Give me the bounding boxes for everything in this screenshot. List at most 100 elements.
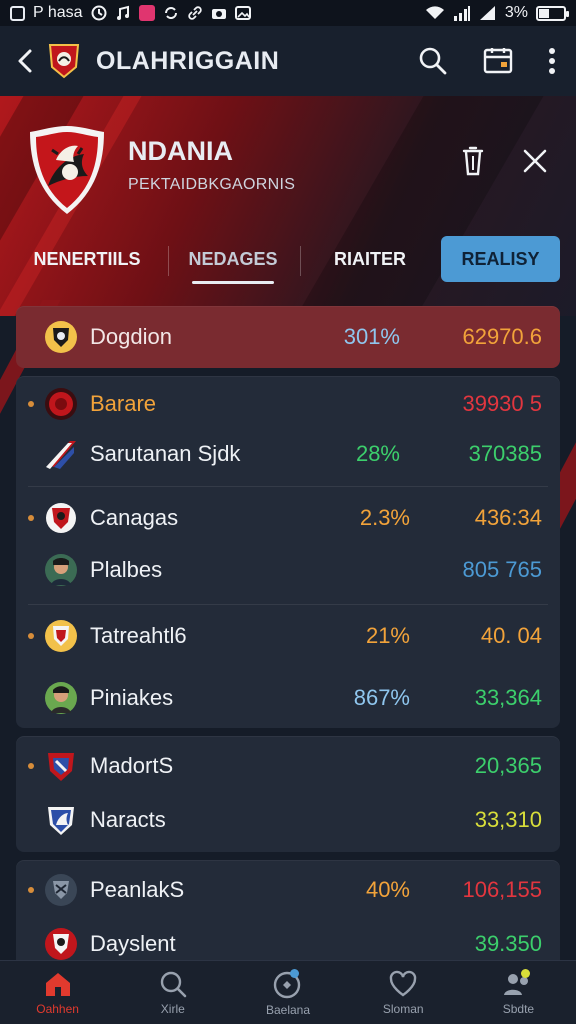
camera-notification-icon — [211, 9, 226, 19]
back-arrow-icon[interactable] — [14, 46, 38, 76]
compass-icon — [273, 971, 301, 998]
team-crest-logo — [30, 126, 104, 214]
heart-icon — [389, 970, 417, 996]
image-notification-icon — [234, 6, 251, 20]
list-item[interactable]: Canagas 2.3% 436:34 — [16, 500, 560, 536]
wifi-icon — [425, 6, 444, 19]
status-dot — [28, 763, 34, 769]
row-separator — [28, 486, 548, 487]
app-notification-icon — [138, 5, 155, 21]
item-percent: 21% — [365, 623, 410, 648]
delete-icon[interactable] — [462, 146, 484, 176]
tab-1-active[interactable]: NEDAGES — [180, 236, 286, 284]
battery-percent: 3% — [504, 4, 528, 21]
item-value: 106,155 — [462, 877, 542, 902]
status-dot — [28, 887, 34, 893]
club-badge-red-icon — [45, 928, 77, 960]
calendar-icon[interactable] — [482, 46, 514, 76]
item-value: 40. 04 — [480, 623, 542, 648]
top-app-bar: OLAHRIGGAIN — [0, 26, 576, 96]
list-item[interactable]: Dayslent 39.350 — [16, 926, 560, 962]
nav-label: Oahhen — [36, 1001, 79, 1016]
nav-label: Baelana — [265, 1002, 311, 1017]
status-dot — [28, 401, 34, 407]
item-value: 20,365 — [474, 753, 542, 778]
item-name: Naracts — [90, 807, 166, 832]
item-name: PeanlakS — [90, 877, 185, 902]
notification-dot — [520, 969, 530, 978]
nav-label: Sbdte — [502, 1001, 535, 1016]
nav-favorites[interactable]: Sloman — [346, 961, 461, 1024]
item-value: 33,364 — [474, 685, 542, 710]
more-options-icon[interactable] — [548, 47, 556, 75]
list-item[interactable]: Dogdion 301% 62970.6 — [16, 320, 560, 354]
music-notification-icon — [116, 5, 129, 20]
list-item[interactable]: Tatreahtl6 21% 40. 04 — [16, 618, 560, 654]
item-percent: 2.3% — [359, 505, 410, 530]
item-name: Tatreahtl6 — [90, 623, 187, 648]
nav-search[interactable]: Xirle — [115, 961, 230, 1024]
tab-2[interactable]: RIAITER — [314, 236, 426, 282]
list-item[interactable]: Plalbes 805 765 — [16, 552, 560, 588]
team-subtitle: PEKTAIDBKGAORNIS — [128, 176, 296, 193]
tab-3-selected[interactable]: REALISY — [441, 236, 560, 282]
cell-signal-icon — [479, 6, 495, 20]
team-name: NDANIA — [128, 136, 233, 166]
gallery-notification-icon — [10, 5, 25, 21]
item-name: MadortS — [90, 753, 174, 778]
list-item[interactable]: Piniakes 867% 33,364 — [16, 680, 560, 716]
club-badge-crest-icon — [46, 503, 76, 533]
close-icon[interactable] — [522, 148, 548, 174]
club-badge-icon — [45, 321, 77, 353]
row-separator — [28, 604, 548, 605]
nav-explore[interactable]: Baelana — [230, 961, 345, 1024]
link-notification-icon — [187, 6, 202, 20]
item-percent: 301% — [343, 324, 400, 349]
list-item[interactable]: Sarutanan Sjdk 28% 370385 — [16, 436, 560, 472]
search-icon — [160, 971, 187, 997]
player-avatar-icon — [45, 682, 77, 714]
nav-profile[interactable]: Sbdte — [461, 961, 576, 1024]
club-badge-grey-icon — [45, 874, 77, 906]
bottom-navigation: Oahhen Xirle Baelana Sloman Sbdte — [0, 960, 576, 1024]
clock-notification-icon — [91, 5, 107, 21]
status-app-label: P hasa — [33, 4, 83, 21]
status-dot — [28, 515, 34, 521]
item-name: Barare — [90, 391, 157, 416]
tab-divider — [168, 246, 169, 276]
club-badge-red-icon — [45, 388, 77, 420]
club-badge-blue-red-icon — [48, 753, 74, 781]
list-item[interactable]: MadortS 20,365 — [16, 748, 560, 784]
club-badge-blue-icon — [48, 807, 74, 835]
item-name: Sarutanan Sjdk — [90, 441, 241, 466]
list-card-highlighted: Dogdion 301% 62970.6 — [16, 306, 560, 368]
item-percent: 40% — [365, 877, 410, 902]
home-icon — [45, 972, 70, 996]
item-value: 39930 5 — [462, 391, 542, 416]
item-name: Canagas — [90, 505, 179, 530]
nav-home[interactable]: Oahhen — [0, 961, 115, 1024]
club-logo-small — [48, 44, 80, 79]
tab-0[interactable]: NENERTIILS — [14, 236, 160, 282]
item-value: 39.350 — [474, 931, 542, 956]
item-name: Piniakes — [90, 685, 174, 710]
tab-bar: NENERTIILS NEDAGES RIAITER REALISY — [0, 236, 576, 286]
app-title: OLAHRIGGAIN — [96, 46, 280, 75]
app-root: P hasa 3% OLAHRIGGAIN NDANIA PEKTAIDBKGA… — [0, 0, 576, 1024]
nav-label: Sloman — [382, 1001, 424, 1016]
list-item[interactable]: Naracts 33,310 — [16, 802, 560, 838]
item-value: 33,310 — [474, 807, 542, 832]
battery-icon — [536, 5, 569, 21]
sync-notification-icon — [164, 7, 177, 19]
status-bar: P hasa 3% — [0, 0, 576, 26]
list-item[interactable]: PeanlakS 40% 106,155 — [16, 872, 560, 908]
nav-label: Xirle — [160, 1001, 185, 1016]
item-name: Dayslent — [90, 931, 176, 956]
item-value: 805 765 — [462, 557, 542, 582]
player-avatar-icon — [45, 554, 77, 586]
signal-icon — [453, 6, 470, 21]
club-badge-gold-icon — [45, 620, 77, 652]
list-item[interactable]: Barare 39930 5 — [16, 386, 560, 422]
search-icon[interactable] — [418, 46, 448, 76]
item-name: Plalbes — [90, 557, 163, 582]
